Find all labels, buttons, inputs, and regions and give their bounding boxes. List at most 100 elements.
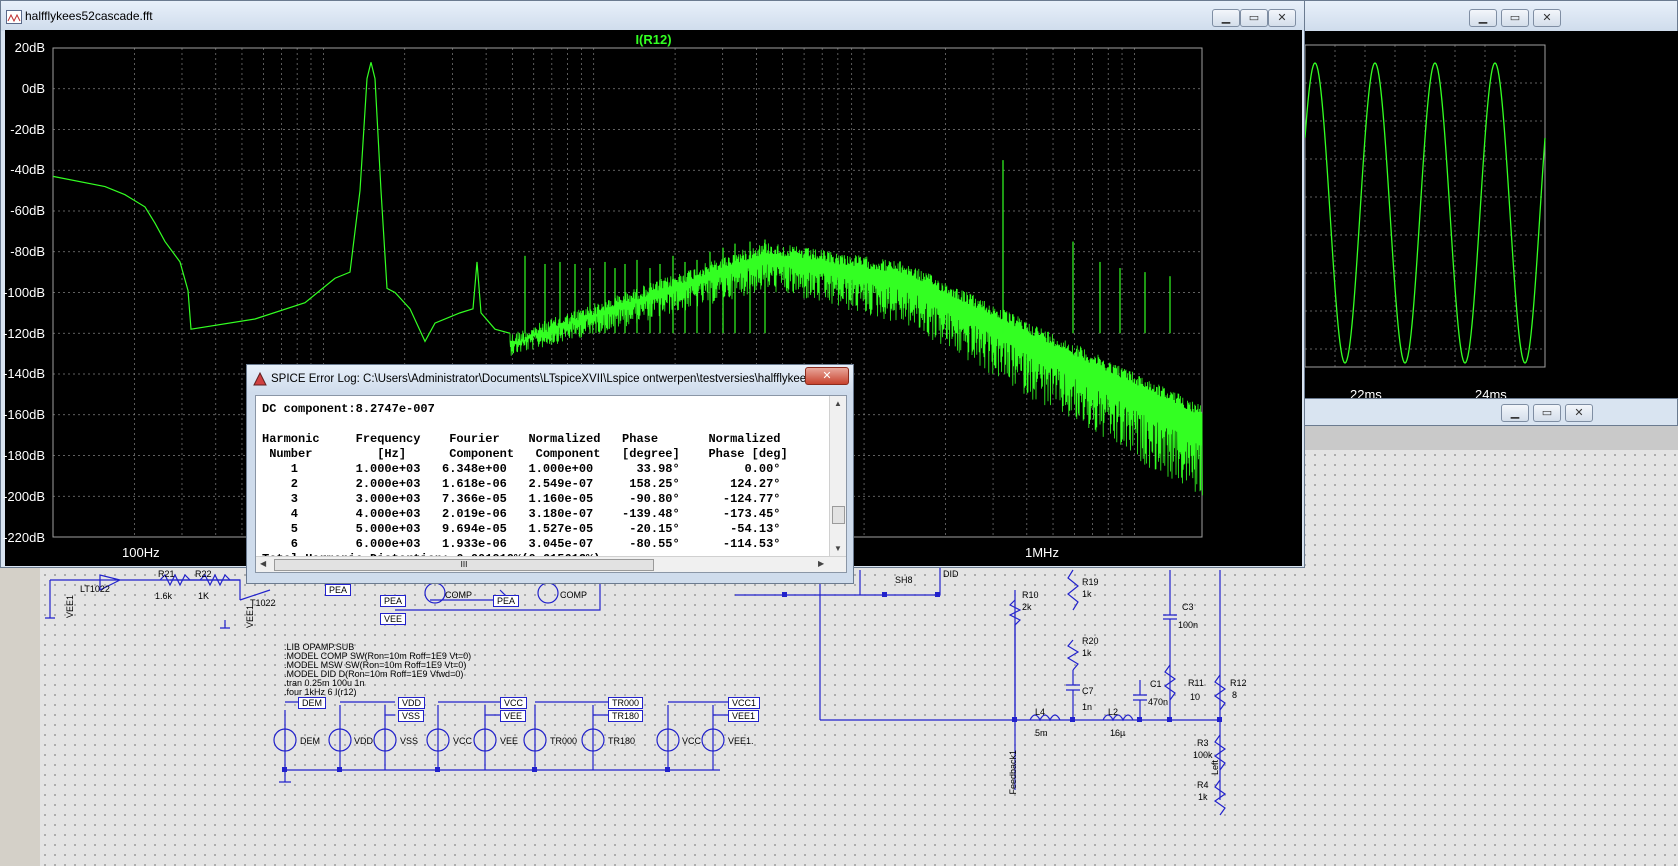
l4-value: 5m <box>1035 728 1048 738</box>
fft-y-tick: -220dB <box>3 529 45 545</box>
fft-y-tick: -60dB <box>10 203 45 219</box>
c3-value: 100n <box>1178 620 1199 630</box>
r3-value: 100k <box>1193 750 1213 760</box>
maximize-button[interactable]: ▭ <box>1501 9 1529 27</box>
r21-label: R21 <box>158 569 175 579</box>
net-flag-vcc1[interactable]: VCC1 <box>728 697 761 709</box>
waveform-icon <box>6 10 22 24</box>
fft-y-tick: -180dB <box>3 448 45 463</box>
net-flag-tr000[interactable]: TR000 <box>608 697 644 709</box>
time-plot-window[interactable]: ▁ ▭ ✕ 22ms 24ms <box>1300 0 1678 411</box>
spice-error-log-dialog[interactable]: SPICE Error Log: C:\Users\Administrator\… <box>246 364 854 584</box>
r22-value: 1K <box>198 591 210 601</box>
l4-label: L4 <box>1035 707 1046 717</box>
c7-value: 1n <box>1082 702 1093 712</box>
source-vee: VEE <box>500 736 519 746</box>
net-flag-vee-2[interactable]: VEE <box>500 710 527 722</box>
source-vcc: VCC <box>453 736 473 746</box>
horizontal-scrollbar[interactable]: ◀ III ▶ <box>256 556 846 572</box>
fft-y-tick: -120dB <box>3 325 45 341</box>
vee1-flag-a: VEE1 <box>65 595 75 619</box>
scroll-down-icon[interactable]: ▼ <box>834 544 842 553</box>
fft-y-tick: -100dB <box>3 284 45 300</box>
log-line: 1 1.000e+03 6.348e+00 1.000e+00 33.98° 0… <box>262 462 781 476</box>
maximize-button[interactable]: ▭ <box>1240 9 1268 27</box>
net-flag-pea-1[interactable]: PEA <box>325 584 352 596</box>
log-line: 6 6.000e+03 1.933e-06 3.045e-07 -80.55° … <box>262 537 781 551</box>
fft-y-tick: -140dB <box>3 366 45 382</box>
spice-directive-6[interactable]: .four 1kHz 6 I(r12) <box>284 687 357 697</box>
vee1-flag-b: VEE1 <box>245 605 255 629</box>
log-line: 3 3.000e+03 7.366e-05 1.160e-05 -90.80° … <box>262 492 781 506</box>
close-button[interactable]: ✕ <box>1565 404 1593 422</box>
switch-sh8: SH8 <box>895 575 913 585</box>
diode-did: DID <box>943 569 959 579</box>
fft-y-tick: -40dB <box>10 162 45 178</box>
net-flag-dem[interactable]: DEM <box>298 697 326 709</box>
fft-x-tick-100hz: 100Hz <box>122 545 160 560</box>
fft-y-tick: -20dB <box>10 121 45 137</box>
log-line: 2 2.000e+03 1.618e-06 2.549e-07 158.25° … <box>262 477 781 491</box>
net-flag-vcc[interactable]: VCC <box>500 697 528 709</box>
scroll-right-icon[interactable]: ▶ <box>818 559 824 568</box>
close-button[interactable]: ✕ <box>1533 9 1561 27</box>
fft-y-tick: 0dB <box>21 80 45 96</box>
r3-label: R3 <box>1197 738 1209 748</box>
net-flag-vee[interactable]: VEE <box>380 613 407 625</box>
fft-y-tick: 20dB <box>14 40 45 55</box>
log-line: Number [Hz] Component Component [degree]… <box>262 447 788 461</box>
r4-label: R4 <box>1197 780 1209 790</box>
error-log-text[interactable]: DC component:8.2747e-007 Harmonic Frequen… <box>255 395 847 573</box>
source-dem: DEM <box>300 736 320 746</box>
net-flag-vee1[interactable]: VEE1 <box>728 710 760 722</box>
net-flag-vss[interactable]: VSS <box>398 710 425 722</box>
c1-label: C1 <box>1150 679 1162 689</box>
close-button[interactable]: ✕ <box>805 367 849 385</box>
vertical-scroll-thumb[interactable] <box>832 506 845 524</box>
error-log-titlebar[interactable]: SPICE Error Log: C:\Users\Administrator\… <box>247 365 853 393</box>
fft-titlebar[interactable]: halfflykees52cascade.fft <box>1 1 1304 31</box>
source-vcc-2: VCC <box>682 736 702 746</box>
scroll-up-icon[interactable]: ▲ <box>834 399 842 408</box>
left-net-label: Left <box>1210 760 1220 776</box>
time-plot-svg <box>1304 44 1546 368</box>
feedback-net-label: Feedback1 <box>1008 750 1018 795</box>
switch-comp-2: COMP <box>560 590 587 600</box>
r11-value: 10 <box>1190 692 1201 702</box>
net-flag-vdd[interactable]: VDD <box>398 697 426 709</box>
log-line: 4 4.000e+03 2.019e-06 3.180e-07 -139.48°… <box>262 507 781 521</box>
net-flag-pea-3[interactable]: PEA <box>493 595 520 607</box>
log-line: 5 5.000e+03 9.694e-05 1.527e-05 -20.15° … <box>262 522 781 536</box>
source-vss: VSS <box>400 736 419 746</box>
r20-value: 1k <box>1082 648 1092 658</box>
minimize-button[interactable]: ▁ <box>1501 404 1529 422</box>
minimize-button[interactable]: ▁ <box>1212 9 1240 27</box>
net-flag-tr180[interactable]: TR180 <box>608 710 644 722</box>
c3-label: C3 <box>1182 602 1194 612</box>
vertical-scrollbar[interactable]: ▲ ▼ <box>829 396 846 556</box>
error-log-title: SPICE Error Log: C:\Users\Administrator\… <box>271 373 822 385</box>
fft-y-tick: -160dB <box>3 407 45 423</box>
ltspice-icon <box>253 371 267 386</box>
fft-y-tick: -200dB <box>3 488 45 504</box>
time-plot-area[interactable]: 22ms 24ms <box>1304 31 1678 411</box>
source-vdd: VDD <box>354 736 374 746</box>
minimize-button[interactable]: ▁ <box>1469 9 1497 27</box>
scroll-left-icon[interactable]: ◀ <box>260 559 266 568</box>
net-flag-pea-2[interactable]: PEA <box>380 595 407 607</box>
c1-value: 470n <box>1148 697 1169 707</box>
schematic-window-titlebar[interactable]: ▁ ▭ ✕ <box>1300 398 1678 426</box>
r20-label: R20 <box>1082 636 1099 646</box>
maximize-button[interactable]: ▭ <box>1533 404 1561 422</box>
horizontal-scroll-thumb[interactable]: III <box>274 559 654 571</box>
r19-label: R19 <box>1082 577 1099 587</box>
close-button[interactable]: ✕ <box>1268 9 1296 27</box>
log-line: DC component:8.2747e-007 <box>262 402 435 416</box>
schematic-left-margin <box>0 560 40 866</box>
fft-y-tick: -80dB <box>10 244 45 259</box>
r4-value: 1k <box>1198 792 1208 802</box>
source-tr000: TR000 <box>550 736 578 746</box>
l2-value: 16µ <box>1110 728 1126 738</box>
c7-label: C7 <box>1082 686 1094 696</box>
r22-label: R22 <box>195 569 212 579</box>
